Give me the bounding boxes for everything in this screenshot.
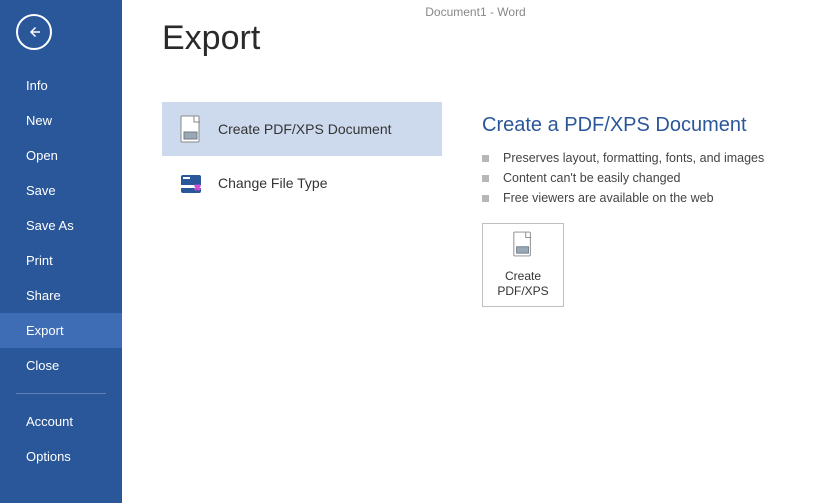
detail-title: Create a PDF/XPS Document [482, 114, 802, 137]
option-create-pdf-xps[interactable]: Create PDF/XPS Document [162, 102, 442, 156]
nav-save-as[interactable]: Save As [0, 208, 122, 243]
main-area: Document1 - Word Export Create PDF/XPS D… [122, 0, 829, 503]
pdf-document-icon [512, 231, 534, 261]
nav-account[interactable]: Account [0, 404, 122, 439]
back-button[interactable] [16, 14, 52, 50]
nav-options[interactable]: Options [0, 439, 122, 474]
option-label: Change File Type [218, 175, 327, 191]
nav-separator [16, 393, 106, 394]
pdf-document-icon [176, 115, 206, 143]
bullet-item: Free viewers are available on the web [482, 191, 802, 205]
nav-new[interactable]: New [0, 103, 122, 138]
bullet-item: Content can't be easily changed [482, 171, 802, 185]
window-title: Document1 - Word [122, 0, 829, 19]
export-detail-pane: Create a PDF/XPS Document Preserves layo… [482, 102, 802, 307]
nav-open[interactable]: Open [0, 138, 122, 173]
page-title: Export [162, 19, 829, 58]
detail-bullets: Preserves layout, formatting, fonts, and… [482, 151, 802, 205]
nav-print[interactable]: Print [0, 243, 122, 278]
nav-save[interactable]: Save [0, 173, 122, 208]
export-options-list: Create PDF/XPS Document Change File Type [162, 102, 442, 307]
button-label-line2: PDF/XPS [497, 284, 548, 299]
create-pdf-xps-button[interactable]: Create PDF/XPS [482, 223, 564, 307]
nav-share[interactable]: Share [0, 278, 122, 313]
nav-info[interactable]: Info [0, 68, 122, 103]
backstage-sidebar: Info New Open Save Save As Print Share E… [0, 0, 122, 503]
change-file-type-icon [176, 171, 206, 195]
nav-export[interactable]: Export [0, 313, 122, 348]
bullet-item: Preserves layout, formatting, fonts, and… [482, 151, 802, 165]
option-label: Create PDF/XPS Document [218, 121, 392, 137]
back-arrow-icon [25, 23, 43, 41]
nav-close[interactable]: Close [0, 348, 122, 383]
option-change-file-type[interactable]: Change File Type [162, 156, 442, 210]
button-label-line1: Create [505, 269, 541, 284]
